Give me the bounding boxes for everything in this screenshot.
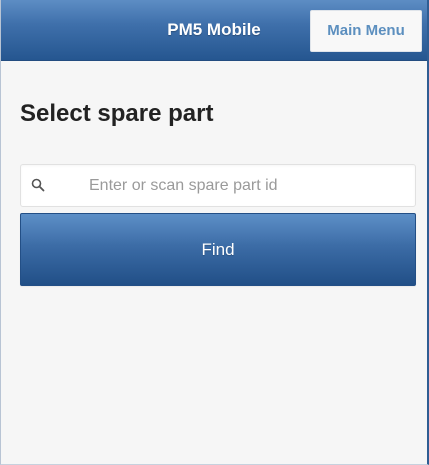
top-bar: PM5 Mobile Main Menu — [1, 0, 427, 61]
main-menu-button[interactable]: Main Menu — [310, 10, 422, 52]
search-field[interactable] — [20, 164, 416, 207]
search-icon — [31, 178, 45, 192]
app-screen: PM5 Mobile Main Menu Select spare part F… — [0, 0, 429, 465]
app-title: PM5 Mobile — [167, 20, 261, 39]
spare-part-search-input[interactable] — [89, 172, 399, 200]
page-title: Select spare part — [20, 100, 214, 127]
find-button[interactable]: Find — [20, 213, 416, 286]
